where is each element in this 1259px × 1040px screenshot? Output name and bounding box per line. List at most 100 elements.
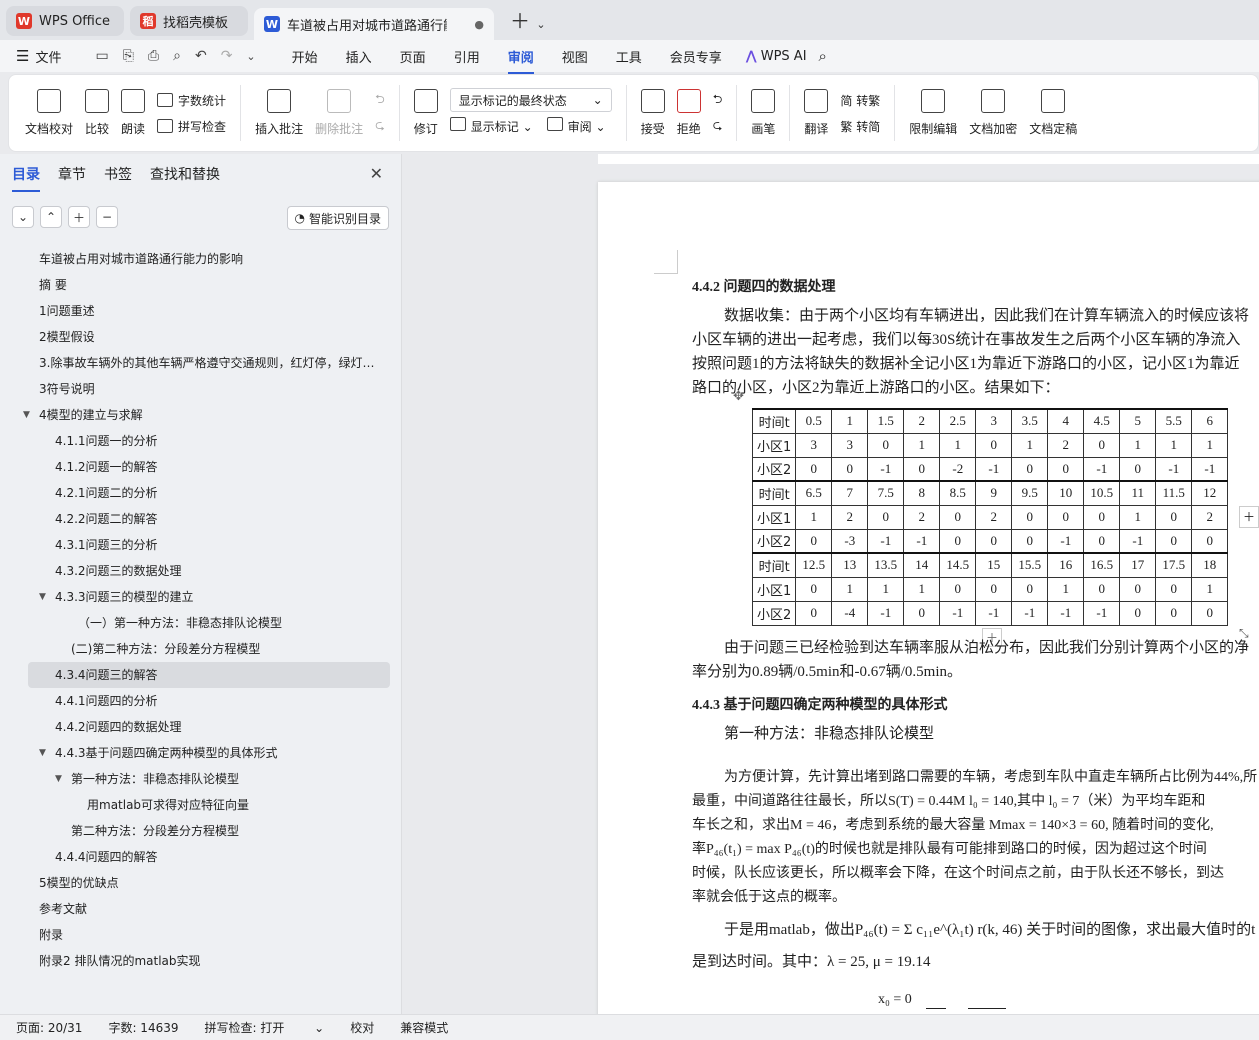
toc-item[interactable]: 附录2 排队情况的matlab实现 — [0, 948, 402, 974]
table-cell[interactable]: 3 — [831, 432, 869, 458]
table-cell[interactable]: 1 — [1191, 432, 1229, 458]
table-cell[interactable]: 0 — [1191, 600, 1229, 626]
menu-member[interactable]: 会员专享 — [670, 47, 722, 66]
table-cell[interactable]: 0 — [1119, 600, 1157, 626]
table-cell[interactable]: 0 — [975, 432, 1013, 458]
table-cell[interactable]: 4.5 — [1083, 408, 1121, 434]
table-cell[interactable]: 0 — [1083, 576, 1121, 602]
toc-item[interactable]: 1问题重述 — [0, 298, 402, 324]
prev-change-icon[interactable]: ⮌ — [713, 87, 723, 113]
toc-item[interactable]: 4.3.4问题三的解答 — [28, 662, 390, 688]
revise-button[interactable]: 修订 — [413, 89, 438, 137]
tab-current-document[interactable]: W 车道被占用对城市道路通行能力 ● — [254, 8, 494, 40]
table-cell[interactable]: 1.5 — [867, 408, 905, 434]
table-cell[interactable]: 8 — [903, 480, 941, 506]
table-cell[interactable]: -2 — [939, 456, 977, 482]
table-cell[interactable]: 16 — [1047, 552, 1085, 578]
table-cell[interactable]: -1 — [1047, 528, 1085, 554]
menu-file[interactable]: 文件 — [35, 47, 61, 66]
toc-item[interactable]: 4.1.1问题一的分析 — [0, 428, 402, 454]
toc-item[interactable]: 4.2.2问题二的解答 — [0, 506, 402, 532]
table-cell[interactable]: 15.5 — [1011, 552, 1049, 578]
table-cell[interactable]: 14.5 — [939, 552, 977, 578]
table-cell[interactable]: 小区2 — [751, 528, 797, 554]
table-cell[interactable]: -1 — [1155, 456, 1193, 482]
table-cell[interactable]: 时间t — [751, 552, 797, 578]
minus-icon[interactable]: − — [96, 206, 118, 228]
table-cell[interactable]: 1 — [831, 408, 869, 434]
menu-tools[interactable]: 工具 — [616, 47, 642, 66]
table-cell[interactable]: 小区1 — [751, 432, 797, 458]
table-cell[interactable]: -1 — [867, 600, 905, 626]
prev-comment-icon[interactable]: ⮌ — [375, 87, 385, 113]
table-cell[interactable]: 0 — [903, 456, 941, 482]
toc-item[interactable]: 2模型假设 — [0, 324, 402, 350]
table-cell[interactable]: 7 — [831, 480, 869, 506]
table-cell[interactable]: 1 — [1119, 504, 1157, 530]
table-cell[interactable]: 1 — [903, 576, 941, 602]
word-count-status[interactable]: 字数: 14639 — [108, 1019, 178, 1036]
spell-check-button[interactable]: 拼写检查 — [157, 113, 226, 139]
toc-item[interactable]: 第二种方法：分段差分方程模型 — [0, 818, 402, 844]
export-icon[interactable]: ⎘ — [123, 48, 134, 64]
table-cell[interactable]: 小区1 — [751, 504, 797, 530]
menu-insert[interactable]: 插入 — [346, 47, 372, 66]
table-cell[interactable]: 11.5 — [1155, 480, 1193, 506]
table-cell[interactable]: 0 — [1155, 576, 1193, 602]
reject-button[interactable]: 拒绝 — [676, 89, 701, 137]
table-cell[interactable]: 3 — [975, 408, 1013, 434]
table-cell[interactable]: 0 — [1119, 456, 1157, 482]
expand-arrow-icon[interactable]: ▼ — [39, 584, 46, 610]
tab-bookmarks[interactable]: 书签 — [104, 164, 132, 184]
toc-item[interactable]: 3.除事故车辆外的其他车辆严格遵守交通规则，红灯停，绿灯行。 — [0, 350, 402, 376]
table-cell[interactable]: 小区2 — [751, 456, 797, 482]
table-cell[interactable]: 15 — [975, 552, 1013, 578]
redo-icon[interactable]: ↷ — [221, 48, 233, 64]
toc-item[interactable]: 附录 — [0, 922, 402, 948]
table-cell[interactable]: 3 — [795, 432, 833, 458]
tab-find-replace[interactable]: 查找和替换 — [150, 164, 220, 184]
to-simplified-button[interactable]: 繁 转简 — [840, 113, 880, 139]
table-cell[interactable]: 0 — [1011, 504, 1049, 530]
table-cell[interactable]: 6.5 — [795, 480, 833, 506]
toc-item[interactable]: 5模型的优缺点 — [0, 870, 402, 896]
table-cell[interactable]: 0 — [1011, 576, 1049, 602]
table-cell[interactable]: 10 — [1047, 480, 1085, 506]
table-cell[interactable]: -1 — [939, 600, 977, 626]
finalize-button[interactable]: 文档定稿 — [1029, 89, 1077, 137]
toc-item[interactable]: 摘 要 — [0, 272, 402, 298]
table-cell[interactable]: 10.5 — [1083, 480, 1121, 506]
close-icon[interactable]: ✕ — [370, 164, 383, 183]
table-cell[interactable]: 9 — [975, 480, 1013, 506]
toc-item[interactable]: 3符号说明 — [0, 376, 402, 402]
accept-button[interactable]: 接受 — [640, 89, 665, 137]
encrypt-button[interactable]: 文档加密 — [969, 89, 1017, 137]
table-cell[interactable]: 0 — [1155, 528, 1193, 554]
to-traditional-button[interactable]: 简 转繁 — [840, 87, 880, 113]
table-cell[interactable]: 0 — [867, 504, 905, 530]
table-cell[interactable]: 0 — [795, 600, 833, 626]
table-cell[interactable]: 1 — [939, 432, 977, 458]
table-cell[interactable]: 16.5 — [1083, 552, 1121, 578]
print-preview-icon[interactable]: ⌕ — [173, 48, 181, 64]
paragraph-matlab[interactable]: 于是用matlab，做出P₄₆(t) = Σ c₁₁e^(λ₁t) r(k, 4… — [692, 914, 1255, 978]
table-cell[interactable]: -1 — [1191, 456, 1229, 482]
chevron-down-icon[interactable]: ⌄ — [12, 206, 34, 228]
table-cell[interactable]: 2 — [975, 504, 1013, 530]
table-cell[interactable]: 0 — [1155, 600, 1193, 626]
restrict-edit-button[interactable]: 限制编辑 — [909, 89, 957, 137]
toc-item[interactable]: （一）第一种方法：非稳态排队论模型 — [0, 610, 402, 636]
compare-button[interactable]: 比较 — [85, 89, 109, 137]
expand-arrow-icon[interactable]: ▼ — [39, 740, 46, 766]
chevron-up-icon[interactable]: ⌃ — [40, 206, 62, 228]
table-resize-icon[interactable]: ⤡ — [1239, 626, 1249, 641]
table-cell[interactable]: 6 — [1191, 408, 1229, 434]
table-cell[interactable]: 0 — [1047, 504, 1085, 530]
paragraph-poisson[interactable]: 由于问题三已经检验到达车辆率服从泊松分布，因此我们分别计算两个小区的净 率分别为… — [692, 636, 1249, 684]
page-indicator[interactable]: 页面: 20/31 — [16, 1019, 82, 1036]
table-cell[interactable]: 13 — [831, 552, 869, 578]
paragraph-queue-model[interactable]: 为方便计算，先计算出堵到路口需要的车辆，考虑到车队中直走车辆所占比例为44%,所… — [692, 766, 1257, 910]
doc-check-button[interactable]: 文档校对 — [25, 89, 73, 137]
table-cell[interactable]: 0 — [1083, 528, 1121, 554]
hamburger-icon[interactable]: ☰ — [16, 47, 29, 65]
